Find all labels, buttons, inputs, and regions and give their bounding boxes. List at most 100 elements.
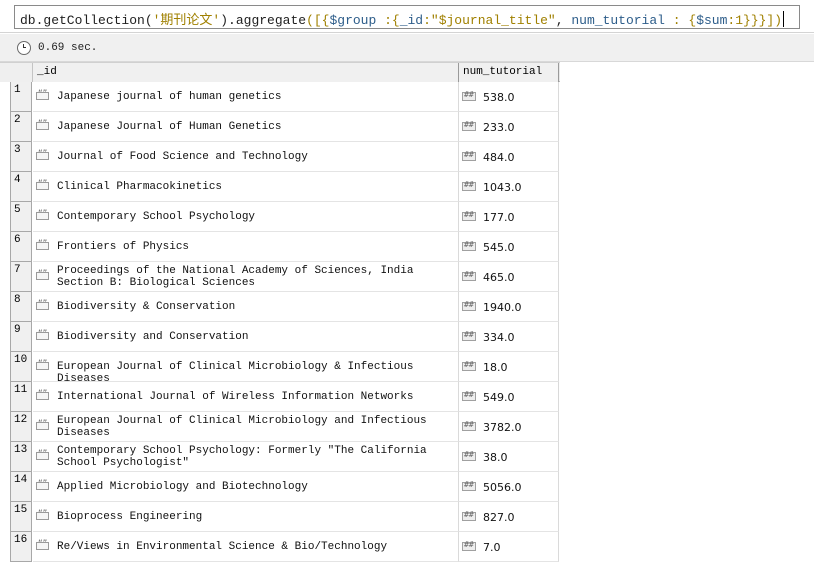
cell-id[interactable]: Biodiversity and Conservation — [33, 322, 459, 352]
column-header-id[interactable]: _id — [33, 63, 459, 82]
row-number[interactable]: 2 — [10, 112, 32, 142]
cell-num-tutorial[interactable]: 484.0 — [459, 142, 559, 172]
number-type-icon — [462, 150, 476, 161]
row-number[interactable]: 14 — [10, 472, 32, 502]
cell-id[interactable]: Applied Microbiology and Biotechnology — [33, 472, 459, 502]
query-group-key: $group — [329, 13, 377, 28]
query-sum-key: $sum — [696, 13, 728, 28]
row-number[interactable]: 7 — [10, 262, 32, 292]
cell-id[interactable]: Journal of Food Science and Technology — [33, 142, 459, 172]
cell-num-tutorial[interactable]: 334.0 — [459, 322, 559, 352]
row-number[interactable]: 3 — [10, 142, 32, 172]
table-row[interactable]: 1 Japanese journal of human genetics 538.0 — [0, 82, 560, 112]
query-comma: , — [555, 13, 572, 28]
cell-num-tutorial[interactable]: 38.0 — [459, 442, 559, 472]
cell-id[interactable]: Japanese journal of human genetics — [33, 82, 459, 112]
string-type-icon — [36, 479, 49, 490]
cell-id[interactable]: Clinical Pharmacokinetics — [33, 172, 459, 202]
query-editor[interactable]: db.getCollection('期刊论文').aggregate([{$gr… — [14, 5, 800, 29]
cell-id-text: Japanese Journal of Human Genetics — [57, 121, 282, 133]
cell-id[interactable]: Frontiers of Physics — [33, 232, 459, 262]
cell-num-tutorial-text: 3782.0 — [483, 421, 522, 434]
cell-id[interactable]: Proceedings of the National Academy of S… — [33, 262, 459, 292]
cell-id-text: Bioprocess Engineering — [57, 511, 203, 523]
cell-id[interactable]: European Journal of Clinical Microbiolog… — [33, 352, 459, 385]
row-number[interactable]: 9 — [10, 322, 32, 352]
row-number[interactable]: 6 — [10, 232, 32, 262]
cell-num-tutorial-text: 38.0 — [483, 451, 508, 464]
table-row[interactable]: 7 Proceedings of the National Academy of … — [0, 262, 560, 292]
cell-id-text: Japanese journal of human genetics — [57, 91, 282, 103]
number-type-icon — [462, 390, 476, 401]
cell-num-tutorial-text: 484.0 — [483, 151, 515, 164]
cell-id[interactable]: Japanese Journal of Human Genetics — [33, 112, 459, 142]
table-row[interactable]: 13 Contemporary School Psychology: Former… — [0, 442, 560, 472]
cell-id[interactable]: Bioprocess Engineering — [33, 502, 459, 532]
cell-num-tutorial-text: 545.0 — [483, 241, 515, 254]
cell-num-tutorial[interactable]: 549.0 — [459, 382, 559, 412]
table-row[interactable]: 14 Applied Microbiology and Biotechnology… — [0, 472, 560, 502]
cell-num-tutorial-text: 538.0 — [483, 91, 515, 104]
table-row[interactable]: 3 Journal of Food Science and Technology 4… — [0, 142, 560, 172]
cell-id[interactable]: European Journal of Clinical Microbiolog… — [33, 412, 459, 442]
table-row[interactable]: 8 Biodiversity & Conservation 1940.0 — [0, 292, 560, 322]
cell-num-tutorial[interactable]: 1940.0 — [459, 292, 559, 322]
cell-num-tutorial-text: 177.0 — [483, 211, 515, 224]
string-type-icon — [36, 179, 49, 190]
clock-icon — [17, 41, 31, 55]
table-row[interactable]: 15 Bioprocess Engineering 827.0 — [0, 502, 560, 532]
row-number[interactable]: 4 — [10, 172, 32, 202]
query-collection-name: '期刊论文' — [152, 13, 221, 28]
table-row[interactable]: 10European Journal of Clinical Microbiol… — [0, 352, 560, 385]
number-type-icon — [462, 510, 476, 521]
cell-num-tutorial[interactable]: 545.0 — [459, 232, 559, 262]
cell-num-tutorial[interactable]: 538.0 — [459, 82, 559, 112]
cell-id[interactable]: Contemporary School Psychology: Formerly… — [33, 442, 459, 472]
cell-id[interactable]: Contemporary School Psychology — [33, 202, 459, 232]
table-row[interactable]: 11 International Journal of Wireless Info… — [0, 382, 560, 412]
table-row[interactable]: 16 Re/Views in Environmental Science & Bi… — [0, 532, 560, 562]
row-number[interactable]: 5 — [10, 202, 32, 232]
table-row[interactable]: 4 Clinical Pharmacokinetics 1043.0 — [0, 172, 560, 202]
row-number[interactable]: 8 — [10, 292, 32, 322]
query-bar: db.getCollection('期刊论文').aggregate([{$gr… — [0, 0, 814, 33]
cell-id-text: Biodiversity and Conservation — [57, 331, 249, 343]
number-type-icon — [462, 420, 476, 431]
cell-num-tutorial[interactable]: 3782.0 — [459, 412, 559, 442]
cell-num-tutorial[interactable]: 7.0 — [459, 532, 559, 562]
number-type-icon — [462, 240, 476, 251]
row-number[interactable]: 16 — [10, 532, 32, 562]
column-header-num-tutorial[interactable]: num_tutorial — [459, 63, 559, 82]
cell-num-tutorial[interactable]: 465.0 — [459, 262, 559, 292]
row-number[interactable]: 10 — [10, 352, 32, 382]
string-type-icon — [36, 359, 49, 370]
cell-num-tutorial[interactable]: 177.0 — [459, 202, 559, 232]
number-type-icon — [462, 450, 476, 461]
cell-id[interactable]: International Journal of Wireless Inform… — [33, 382, 459, 412]
row-number[interactable]: 13 — [10, 442, 32, 472]
row-number[interactable]: 11 — [10, 382, 32, 412]
cell-num-tutorial-text: 465.0 — [483, 271, 515, 284]
cell-id[interactable]: Biodiversity & Conservation — [33, 292, 459, 322]
cell-num-tutorial[interactable]: 827.0 — [459, 502, 559, 532]
cell-num-tutorial[interactable]: 18.0 — [459, 352, 559, 382]
row-number[interactable]: 15 — [10, 502, 32, 532]
table-row[interactable]: 9 Biodiversity and Conservation 334.0 — [0, 322, 560, 352]
cell-num-tutorial[interactable]: 5056.0 — [459, 472, 559, 502]
number-type-icon — [462, 120, 476, 131]
number-type-icon — [462, 270, 476, 281]
table-row[interactable]: 6 Frontiers of Physics 545.0 — [0, 232, 560, 262]
grid-corner[interactable] — [0, 63, 33, 82]
cell-num-tutorial[interactable]: 233.0 — [459, 112, 559, 142]
cell-num-tutorial[interactable]: 1043.0 — [459, 172, 559, 202]
cell-num-tutorial-text: 827.0 — [483, 511, 515, 524]
row-number[interactable]: 1 — [10, 82, 32, 112]
table-row[interactable]: 5 Contemporary School Psychology 177.0 — [0, 202, 560, 232]
table-row[interactable]: 2 Japanese Journal of Human Genetics 233.0 — [0, 112, 560, 142]
cell-id-text: Contemporary School Psychology: Formerly… — [57, 445, 427, 469]
cell-num-tutorial-text: 549.0 — [483, 391, 515, 404]
row-number[interactable]: 12 — [10, 412, 32, 442]
cell-id[interactable]: Re/Views in Environmental Science & Bio/… — [33, 532, 459, 562]
query-field-key: num_tutorial — [571, 13, 665, 28]
table-row[interactable]: 12 European Journal of Clinical Microbiol… — [0, 412, 560, 442]
